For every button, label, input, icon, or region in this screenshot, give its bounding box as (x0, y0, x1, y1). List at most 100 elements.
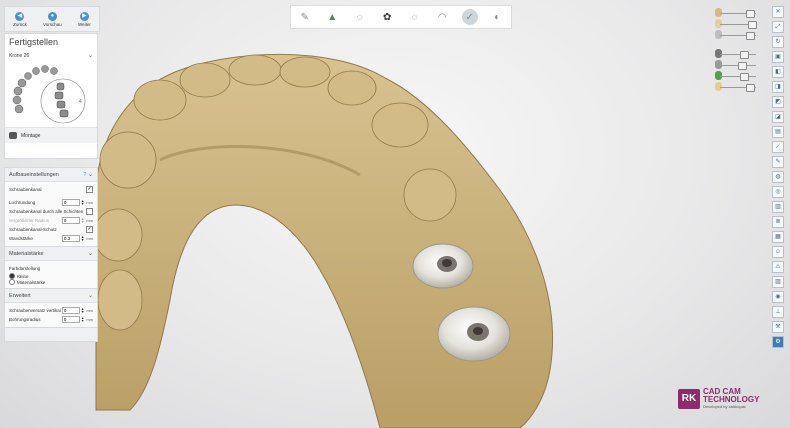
view-icon[interactable]: ▣ (772, 51, 784, 63)
layers-icon[interactable]: ≣ (772, 216, 784, 228)
crown-check-tool-icon[interactable]: ✓ (461, 9, 478, 25)
slider-jaw-lower[interactable] (715, 19, 758, 29)
warning-icon[interactable]: ⚠ (772, 261, 784, 273)
tree-tool-icon[interactable]: ▲ (324, 9, 340, 25)
screw-channel-checkbox[interactable]: ✓ (86, 186, 93, 193)
implant-abutment-1 (412, 243, 474, 289)
rotate-icon[interactable]: ↻ (772, 36, 784, 48)
settings-icon[interactable]: ⚙ (772, 336, 784, 348)
slider-knob[interactable] (748, 21, 757, 29)
slider-knob[interactable] (740, 73, 749, 81)
plane-icon[interactable]: ⊥ (772, 306, 784, 318)
chevron-down-icon: ⌄ (87, 251, 93, 257)
logo-line3: Developed by zahbopac (703, 404, 746, 409)
aufbau-header[interactable]: Aufbaueinstellungen ? ⌄ (5, 168, 97, 182)
view-top-icon[interactable]: ◩ (772, 96, 784, 108)
advanced-header[interactable]: Erweitert ⌄ (5, 289, 97, 303)
margin-icon[interactable]: ◎ (772, 186, 784, 198)
view-bottom-icon[interactable]: ◪ (772, 111, 784, 123)
tooth-tool-icon[interactable]: ◌ (352, 9, 368, 25)
unit-label: mm (86, 200, 93, 205)
lock-icon[interactable]: ▥ (772, 201, 784, 213)
stepper-icon[interactable]: ▲ ▼ (81, 307, 84, 314)
advanced-section: Erweitert ⌄ Schraubenversatz vertikal ▲▼… (5, 289, 97, 328)
material-header[interactable]: Materialstärke ⌄ (5, 247, 97, 261)
back-button[interactable]: ◀ Zurück (13, 11, 27, 27)
montage-item[interactable]: Montage (5, 127, 97, 143)
tooth-outline-tool-icon[interactable]: ◌ (407, 9, 423, 25)
help-icon[interactable]: ? (83, 172, 86, 178)
gingiva-tool-icon[interactable]: ◠ (434, 9, 450, 25)
measure-icon[interactable]: ⟋ (772, 141, 784, 153)
slider-knob[interactable] (746, 10, 755, 18)
unit-label: mm (86, 218, 93, 223)
wall-thickness-label: Wandstärke (9, 236, 33, 241)
screw-protection-label: Schraubenkanal-Schutz (9, 227, 57, 232)
aufbau-section: Aufbaueinstellungen ? ⌄ Schraubenkanal ✓… (5, 168, 97, 247)
view-back-icon[interactable]: ◨ (772, 81, 784, 93)
screw-through-checkbox[interactable] (86, 208, 93, 215)
screw-channel-label: Schraubenkanal (9, 187, 42, 192)
radio-thickness-label: Materialstärke (17, 279, 46, 285)
view-front-icon[interactable]: ◧ (772, 66, 784, 78)
top-toolbar: ✎ ▲ ◌ ✿ ◌ ◠ ✓ ◐ (290, 5, 512, 29)
brand-logo: RK CAD CAM TECHNOLOGY Developed by zahbo… (678, 388, 759, 409)
tool-icon[interactable]: ⚒ (772, 321, 784, 333)
back-label: Zurück (13, 21, 27, 27)
stepper-icon[interactable]: ▲ ▼ (81, 217, 84, 224)
offset-input[interactable] (61, 307, 80, 314)
slider-crown[interactable] (715, 82, 758, 92)
slider-antagonist[interactable] (715, 30, 758, 40)
drill-radius-input[interactable] (61, 316, 80, 323)
stepper-icon[interactable]: ▲ ▼ (81, 235, 84, 242)
slider-implant-1[interactable] (715, 49, 758, 59)
aufbau-body: Schraubenkanal ✓ Lochrundung ▲▼mm Schrau… (5, 182, 97, 246)
tooth-select-icon[interactable]: ◍ (772, 171, 784, 183)
next-button[interactable]: ▶ Weiter (78, 11, 91, 27)
sphere-tool-icon[interactable]: ◐ (489, 9, 505, 25)
slider-jaw-upper[interactable] (715, 8, 758, 18)
view-side-icon[interactable]: ▤ (772, 126, 784, 138)
screw-through-row: Schraubenkanal durch alle Schichten (9, 207, 93, 216)
chevron-down-icon: ⌄ (87, 172, 93, 178)
image-icon[interactable]: ▨ (772, 276, 784, 288)
hole-length-input[interactable] (61, 199, 80, 206)
camera-icon[interactable]: ◉ (772, 291, 784, 303)
preview-button[interactable]: ● Vorschau (43, 11, 62, 27)
screw-through-label: Schraubenkanal durch alle Schichten (9, 209, 84, 214)
logo-mark: RK (678, 388, 700, 409)
wall-thickness-row: Wandstärke ▲▼mm (9, 234, 93, 243)
slider-knob[interactable] (740, 51, 749, 59)
face-icon[interactable]: ☺ (772, 246, 784, 258)
brush-icon[interactable]: ✎ (772, 156, 784, 168)
offset-label: Schraubenversatz vertikal (9, 308, 61, 313)
close-icon[interactable]: ✕ (772, 6, 784, 18)
screw-channel-row: Schraubenkanal ✓ (9, 185, 93, 194)
slider-gingiva[interactable] (715, 71, 758, 81)
stepper-icon[interactable]: ▲ ▼ (81, 316, 84, 323)
panel-title: Fertigstellen (9, 37, 59, 47)
material-title: Materialstärke (9, 250, 44, 257)
slider-knob[interactable] (746, 32, 755, 40)
slider-implant-2[interactable] (715, 60, 758, 70)
screw-protection-checkbox[interactable]: ✓ (86, 226, 93, 233)
slider-knob[interactable] (738, 62, 747, 70)
navigation-bar: ◀ Zurück ● Vorschau ▶ Weiter (4, 6, 100, 32)
knife-tool-icon[interactable]: ✎ (297, 9, 313, 25)
eye-icon: ● (47, 11, 57, 21)
tooth-chart[interactable]: 4 (5, 63, 97, 125)
grid-icon[interactable]: ▦ (772, 231, 784, 243)
fertigstellen-panel: Fertigstellen Krone 26 ⌄ 4 Montage (4, 33, 98, 159)
slider-knob[interactable] (746, 84, 755, 92)
unit-label: mm (86, 236, 93, 241)
stepper-icon[interactable]: ▲ ▼ (81, 199, 84, 206)
expand-icon[interactable]: ⤢ (772, 21, 784, 33)
enlarged-radius-input[interactable] (61, 217, 80, 224)
wall-thickness-input[interactable] (61, 235, 80, 242)
arrow-left-icon: ◀ (15, 11, 25, 21)
3d-viewport[interactable] (0, 0, 790, 428)
radio-thickness[interactable]: Materialstärke (9, 279, 93, 285)
dark-tooth-tool-icon[interactable]: ✿ (379, 9, 395, 25)
crown-selector[interactable]: Krone 26 ⌄ (5, 48, 97, 63)
unit-label: mm (86, 308, 93, 313)
